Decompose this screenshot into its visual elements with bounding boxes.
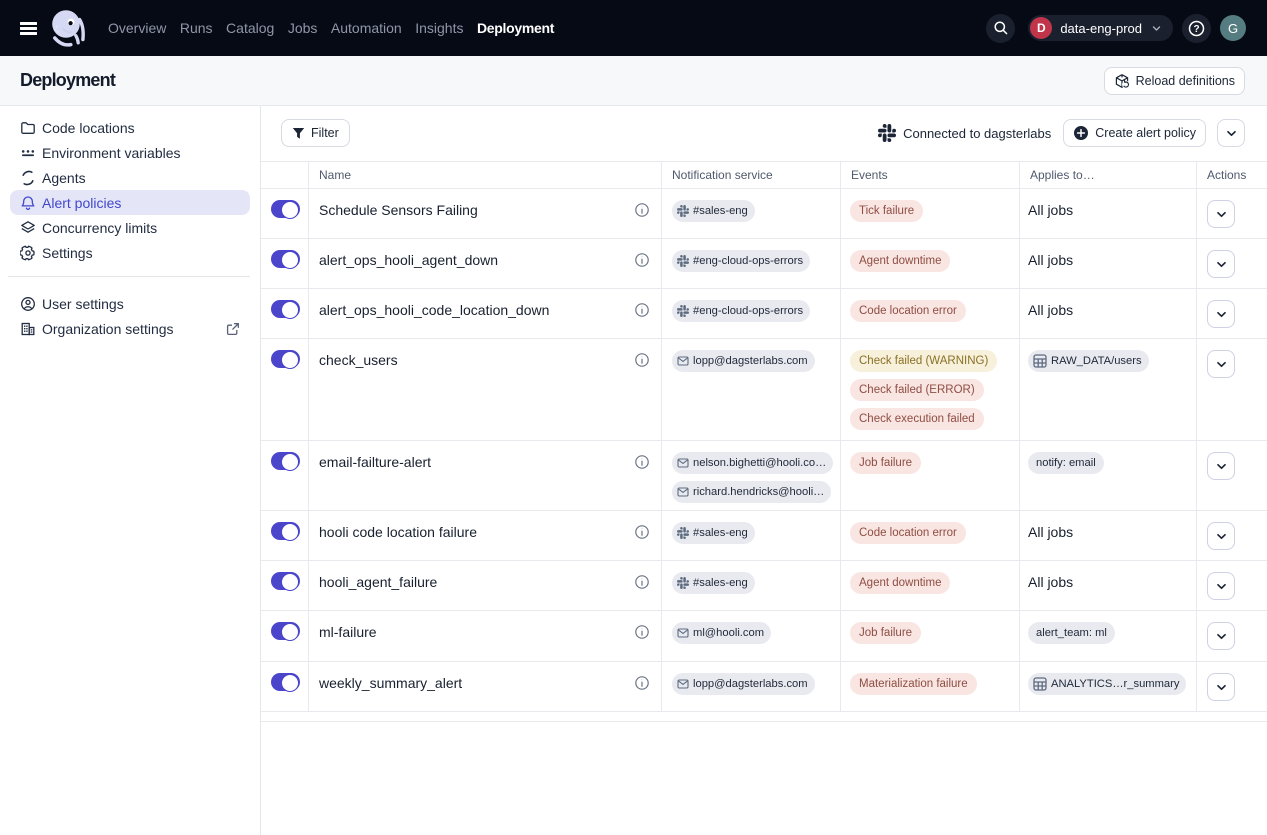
svg-text:?: ? [1193,24,1199,35]
